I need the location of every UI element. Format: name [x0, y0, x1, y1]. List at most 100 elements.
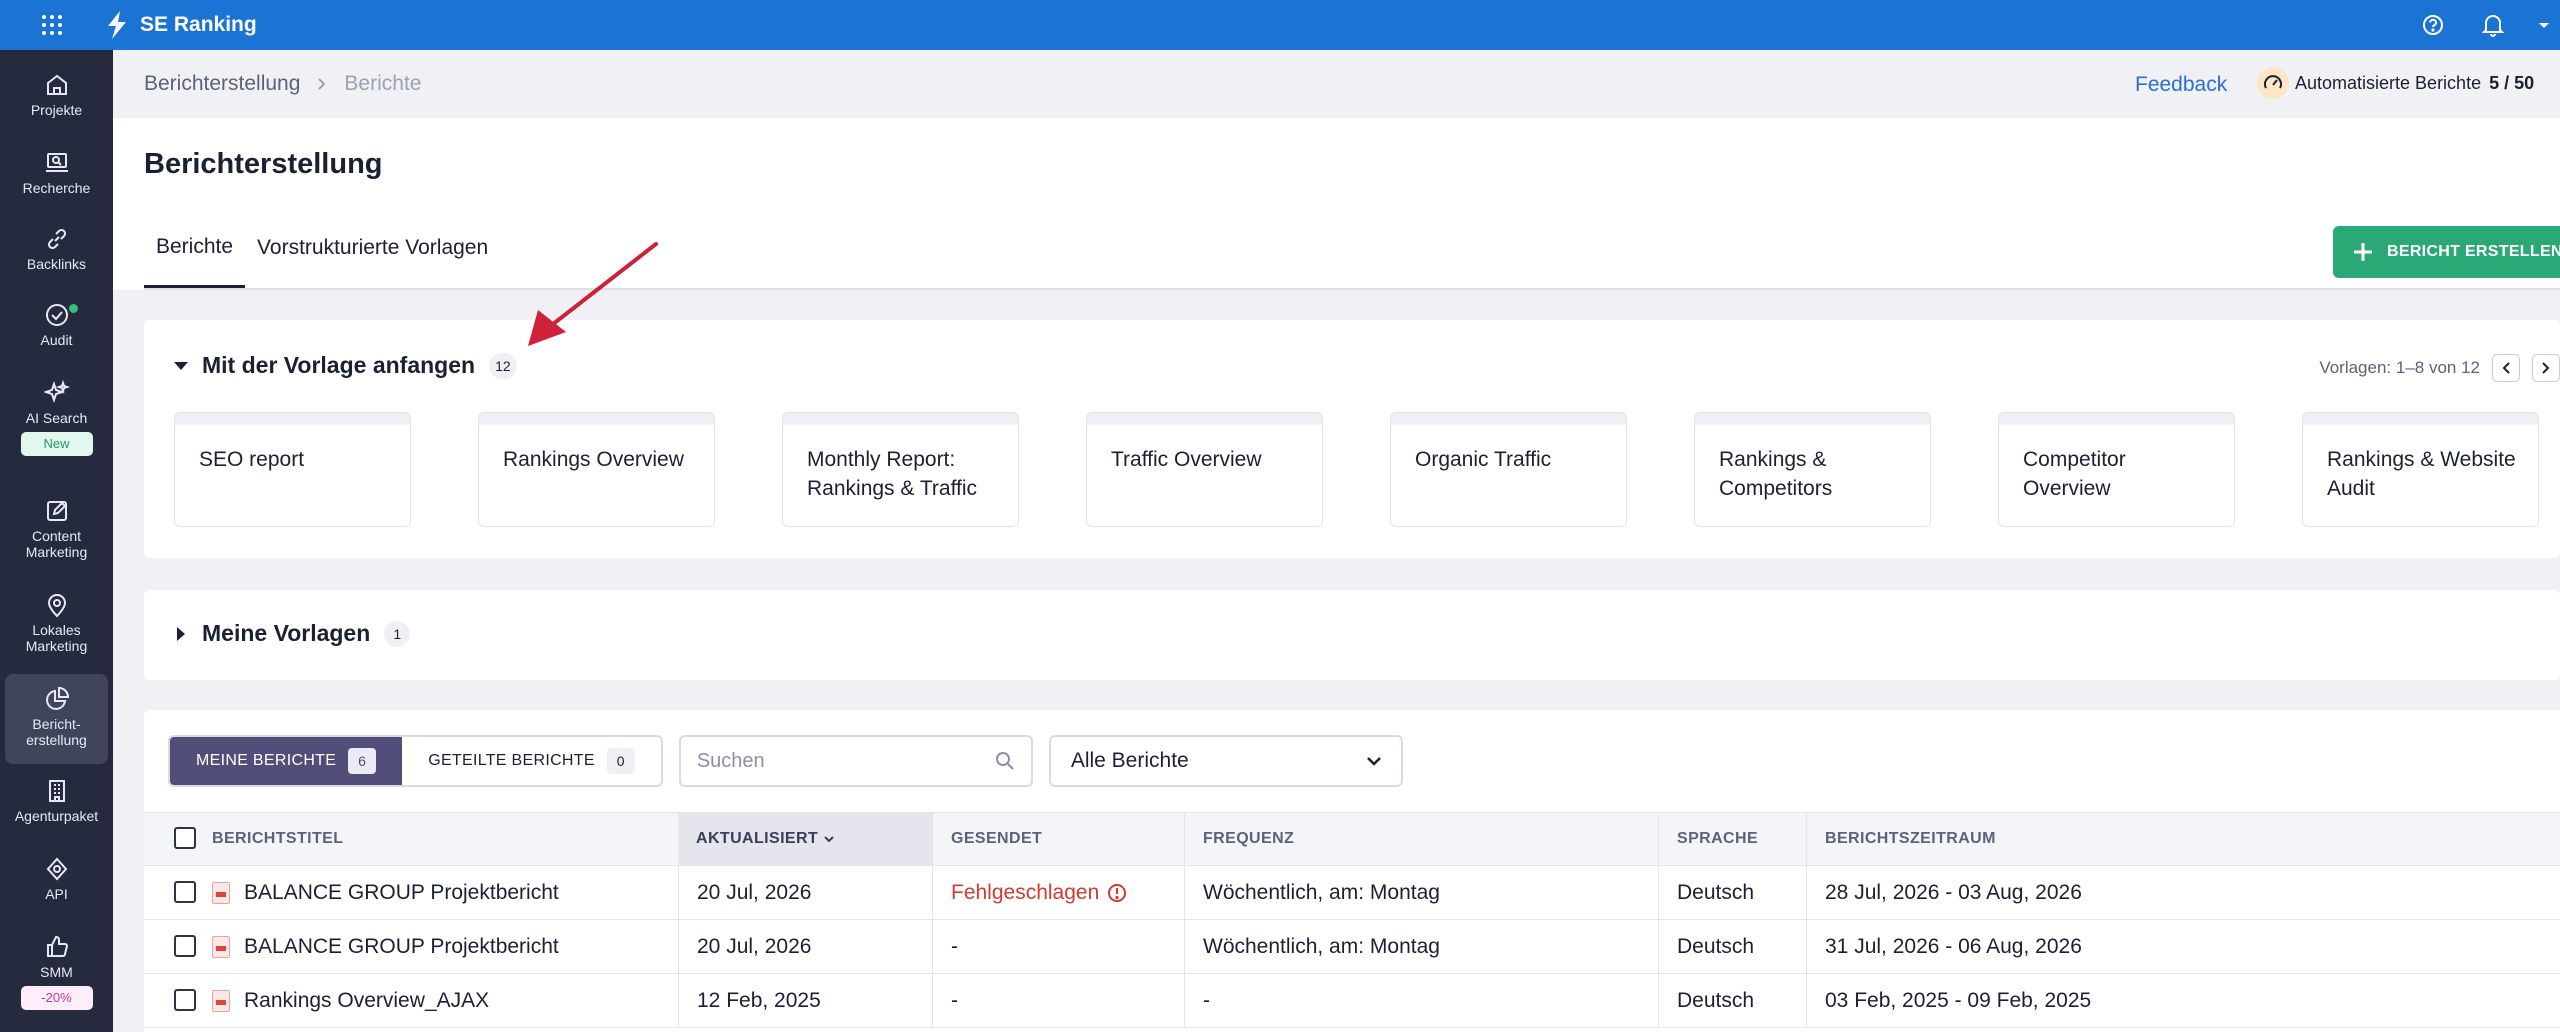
report-period: 28 Jul, 2026 - 03 Aug, 2026 — [1806, 866, 2560, 919]
search-input[interactable] — [696, 749, 987, 773]
template-card[interactable]: SEO report — [174, 412, 411, 527]
select-all-checkbox[interactable] — [174, 827, 196, 849]
chevron-down-icon — [1366, 756, 1381, 766]
thumbs-up-icon — [46, 935, 68, 957]
report-updated: 20 Jul, 2026 — [678, 920, 932, 973]
report-sent: - — [932, 920, 1184, 973]
status-dot — [69, 304, 78, 313]
tab-shared-reports[interactable]: GETEILTE BERICHTE 0 — [402, 737, 661, 785]
app-name: SE Ranking — [140, 13, 257, 36]
sidebar-item-audit[interactable]: Audit — [5, 302, 108, 348]
sidebar-item-content-marketing[interactable]: Content Marketing — [5, 498, 108, 560]
apps-grid-icon[interactable] — [0, 0, 104, 50]
gauge-icon — [2257, 67, 2289, 99]
sidebar-item-backlinks[interactable]: Backlinks — [5, 226, 108, 272]
annotation-arrow-icon — [528, 242, 658, 346]
my-templates-panel: Meine Vorlagen 1 — [144, 590, 2560, 680]
column-berichtstitel[interactable]: BERICHTSTITEL — [194, 813, 678, 865]
sidebar-item-smm[interactable]: SMM -20% — [5, 934, 108, 1010]
report-period: 03 Feb, 2025 - 09 Feb, 2025 — [1806, 974, 2560, 1027]
sidebar-item-lokales-marketing[interactable]: Lokales Marketing — [5, 592, 108, 654]
laptop-search-icon — [45, 153, 68, 172]
warning-icon[interactable] — [1107, 883, 1127, 903]
my-templates-count: 1 — [384, 620, 411, 647]
automated-reports-quota[interactable]: Automatisierte Berichte 5 / 50 — [2255, 64, 2534, 102]
report-title[interactable]: BALANCE GROUP Projektbericht — [212, 920, 678, 973]
column-aktualisiert[interactable]: AKTUALISIERT — [678, 813, 932, 865]
building-icon — [48, 780, 65, 802]
feedback-link[interactable]: Feedback — [2135, 73, 2227, 97]
quota-label: Automatisierte Berichte — [2295, 72, 2482, 93]
discount-badge: -20% — [20, 986, 93, 1010]
pdf-icon — [212, 881, 230, 904]
row-checkbox[interactable] — [174, 881, 196, 903]
sidebar-item-projekte[interactable]: Projekte — [5, 72, 108, 118]
new-badge: New — [20, 432, 93, 456]
tab-vorstrukturierte-vorlagen[interactable]: Vorstrukturierte Vorlagen — [245, 208, 500, 288]
tab-my-reports[interactable]: MEINE BERICHTE 6 — [170, 737, 403, 785]
pager-label: Vorlagen: 1–8 von 12 — [2319, 358, 2480, 377]
column-berichtszeitraum[interactable]: BERICHTSZEITRAUM — [1806, 813, 2560, 865]
template-card[interactable]: Rankings Overview — [478, 412, 715, 527]
sent-status-failed: Fehlgeschlagen — [951, 880, 1100, 904]
sidebar-item-api[interactable]: API — [5, 856, 108, 902]
sidebar: Projekte Recherche Backlinks Audit AI Se… — [0, 50, 113, 1032]
check-circle-icon — [45, 304, 68, 326]
app-logo[interactable]: SE Ranking — [104, 11, 257, 39]
quota-value: 5 / 50 — [2489, 72, 2535, 93]
breadcrumb-current: Berichte — [344, 72, 422, 95]
breadcrumb-root[interactable]: Berichterstellung — [144, 72, 300, 96]
report-title[interactable]: Rankings Overview_AJAX — [212, 974, 678, 1027]
column-frequenz[interactable]: FREQUENZ — [1184, 813, 1658, 865]
table-row[interactable]: BALANCE GROUP Projektbericht 20 Jul, 202… — [144, 866, 2560, 920]
my-templates-header[interactable]: Meine Vorlagen 1 — [174, 620, 411, 647]
report-frequency: - — [1184, 974, 1658, 1027]
tab-berichte[interactable]: Berichte — [144, 208, 246, 288]
sidebar-item-agenturpaket[interactable]: Agenturpaket — [5, 778, 108, 824]
column-gesendet[interactable]: GESENDET — [932, 813, 1184, 865]
chevron-down-icon[interactable] — [2538, 10, 2550, 40]
table-row[interactable]: Rankings Overview_AJAX 12 Feb, 2025 - - … — [144, 974, 2560, 1028]
filter-value: Alle Berichte — [1070, 749, 1189, 772]
report-language: Deutsch — [1658, 920, 1806, 973]
edit-icon — [46, 501, 67, 521]
sidebar-item-berichterstellung[interactable]: Bericht-erstellung — [5, 674, 108, 764]
plus-icon — [2354, 243, 2372, 261]
templates-pager: Vorlagen: 1–8 von 12 — [2319, 354, 2560, 382]
sidebar-item-ai-search[interactable]: AI Search New — [5, 380, 108, 456]
prev-page-button[interactable] — [2492, 354, 2520, 382]
report-filter-select[interactable]: Alle Berichte — [1048, 735, 1403, 787]
report-updated: 20 Jul, 2026 — [678, 866, 932, 919]
template-card[interactable]: Rankings & Website Audit — [2302, 412, 2539, 527]
tabs-divider — [144, 288, 2560, 290]
template-card[interactable]: Monthly Report: Rankings & Traffic — [782, 412, 1019, 527]
report-title[interactable]: BALANCE GROUP Projektbericht — [212, 866, 678, 919]
row-checkbox[interactable] — [174, 989, 196, 1011]
table-header: BERICHTSTITEL AKTUALISIERT GESENDET FREQ… — [144, 812, 2560, 866]
my-templates-title: Meine Vorlagen — [202, 620, 371, 646]
report-frequency: Wöchentlich, am: Montag — [1184, 920, 1658, 973]
breadcrumb: Berichterstellung Berichte — [144, 72, 421, 96]
chevron-right-icon — [2542, 362, 2550, 374]
report-language: Deutsch — [1658, 974, 1806, 1027]
report-sent: - — [932, 974, 1184, 1027]
template-card[interactable]: Rankings & Competitors — [1694, 412, 1931, 527]
report-period: 31 Jul, 2026 - 06 Aug, 2026 — [1806, 920, 2560, 973]
pdf-icon — [212, 935, 230, 958]
template-card[interactable]: Organic Traffic — [1390, 412, 1627, 527]
next-page-button[interactable] — [2532, 354, 2560, 382]
home-icon — [46, 74, 67, 95]
row-checkbox[interactable] — [174, 935, 196, 957]
report-sent: Fehlgeschlagen — [932, 866, 1184, 919]
template-card[interactable]: Competitor Overview — [1998, 412, 2235, 527]
create-report-button[interactable]: BERICHT ERSTELLEN — [2333, 226, 2560, 278]
template-card[interactable]: Traffic Overview — [1086, 412, 1323, 527]
help-icon[interactable] — [2418, 10, 2448, 40]
page-header: Berichterstellung Berichte Vorstrukturie… — [113, 118, 2560, 290]
templates-panel-header[interactable]: Mit der Vorlage anfangen 12 — [174, 352, 517, 379]
bell-icon[interactable] — [2478, 10, 2508, 40]
sidebar-item-recherche[interactable]: Recherche — [5, 150, 108, 196]
table-row[interactable]: BALANCE GROUP Projektbericht 20 Jul, 202… — [144, 920, 2560, 974]
link-icon — [47, 228, 66, 250]
column-sprache[interactable]: SPRACHE — [1658, 813, 1806, 865]
